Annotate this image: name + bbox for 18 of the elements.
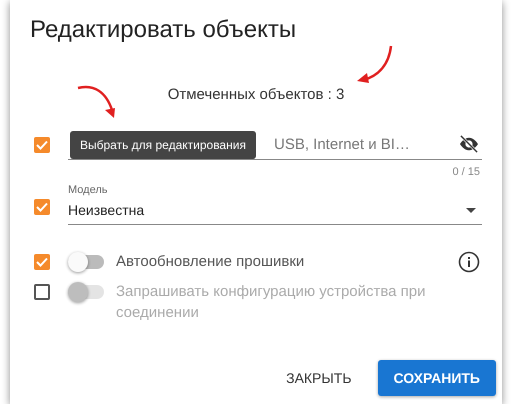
checkbox[interactable] — [34, 199, 50, 215]
save-button[interactable]: СОХРАНИТЬ — [378, 360, 496, 396]
arrow-drawing — [355, 44, 395, 86]
info-icon[interactable] — [458, 251, 480, 273]
eye-off-icon[interactable] — [458, 135, 480, 153]
character-counter: 0 / 15 — [452, 166, 480, 178]
checkbox[interactable] — [34, 136, 50, 152]
close-button[interactable]: ЗАКРЫТЬ — [282, 360, 356, 396]
selected-count: Отмеченных объектов : 3 — [168, 86, 344, 103]
dialog-title: Редактировать объекты — [30, 15, 298, 45]
caret-icon — [466, 208, 476, 212]
toggle-switch[interactable] — [68, 255, 104, 269]
tooltip: Выбрать для редактирования — [70, 131, 256, 159]
option-label: Запрашивать конфигурацию устройства при соединении — [116, 282, 427, 323]
option-label: Автообновление прошивки — [116, 252, 306, 272]
checkbox[interactable] — [34, 254, 50, 270]
model-select[interactable]: Модель Неизвестна — [68, 184, 482, 225]
arrow-drawing — [76, 84, 118, 120]
